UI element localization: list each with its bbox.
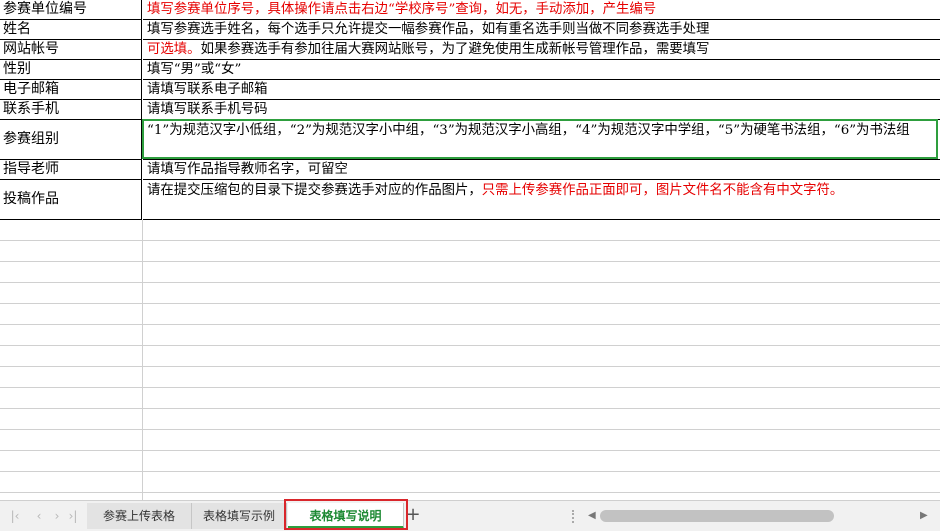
tab-split-handle[interactable] [572,510,578,523]
field-description-cell[interactable]: 请填写联系电子邮箱 [143,80,940,100]
field-description-cell[interactable]: 填写参赛选手姓名，每个选手只允许提交一幅参赛作品，如有重名选手则当做不同参赛选手… [143,20,940,40]
spreadsheet-grid[interactable]: 参赛单位编号 填写参赛单位序号，具体操作请点击右边“学校序号”查询，如无，手动添… [0,0,940,500]
field-name-cell[interactable]: 联系手机 [0,100,142,120]
description-red-text: 填写参赛单位序号，具体操作请点击右边“学校序号”查询，如无，手动添加，产生编号 [147,2,657,17]
description-text: 填写“男”或“女” [147,62,242,77]
description-text: 请填写作品指导教师名字，可留空 [147,162,348,177]
table-row[interactable]: 参赛组别 “1”为规范汉字小低组，“2”为规范汉字小中组，“3”为规范汉字小高组… [0,120,940,160]
tab-upload-form[interactable]: 参赛上传表格 [87,503,192,529]
description-text: 填写参赛选手姓名，每个选手只允许提交一幅参赛作品，如有重名选手则当做不同参赛选手… [147,22,710,37]
field-name-cell[interactable]: 网站帐号 [0,40,142,60]
table-row[interactable]: 姓名 填写参赛选手姓名，每个选手只允许提交一幅参赛作品，如有重名选手则当做不同参… [0,20,940,40]
field-description-cell[interactable]: 请填写联系手机号码 [143,100,940,120]
table-row[interactable]: 电子邮箱 请填写联系电子邮箱 [0,80,940,100]
empty-rows[interactable] [0,220,940,500]
field-name-cell[interactable]: 参赛单位编号 [0,0,142,20]
description-text: 请填写联系手机号码 [147,102,268,117]
field-description-cell[interactable]: 可选填。如果参赛选手有参加往届大赛网站账号，为了避免使用生成新帐号管理作品，需要… [143,40,940,60]
field-name-cell[interactable]: 性别 [0,60,142,80]
column-divider [142,220,143,500]
tab-fill-instructions[interactable]: 表格填写说明 [288,503,404,529]
next-sheet-icon[interactable]: › [50,509,64,523]
field-name-cell[interactable]: 投稿作品 [0,180,142,220]
prev-sheet-icon[interactable]: ‹ [32,509,46,523]
field-name-cell[interactable]: 指导老师 [0,160,142,180]
field-description-cell[interactable]: 填写“男”或“女” [143,60,940,80]
field-name-cell[interactable]: 参赛组别 [0,120,142,160]
table-row[interactable]: 投稿作品 请在提交压缩包的目录下提交参赛选手对应的作品图片，只需上传参赛作品正面… [0,180,940,220]
sheet-tab-bar: |‹ ‹ › ›| 参赛上传表格 表格填写示例 表格填写说明 + ◀ ▶ [0,500,940,531]
field-description-cell[interactable]: 请在提交压缩包的目录下提交参赛选手对应的作品图片，只需上传参赛作品正面即可，图片… [143,180,940,220]
tab-fill-example[interactable]: 表格填写示例 [192,503,287,529]
field-description-cell[interactable]: 填写参赛单位序号，具体操作请点击右边“学校序号”查询，如无，手动添加，产生编号 [143,0,940,20]
field-name-cell[interactable]: 姓名 [0,20,142,40]
scroll-right-icon[interactable]: ▶ [920,509,930,523]
table-row[interactable]: 网站帐号 可选填。如果参赛选手有参加往届大赛网站账号，为了避免使用生成新帐号管理… [0,40,940,60]
field-description-cell[interactable]: 请填写作品指导教师名字，可留空 [143,160,940,180]
description-text: 请填写联系电子邮箱 [147,82,268,97]
instructions-table: 参赛单位编号 填写参赛单位序号，具体操作请点击右边“学校序号”查询，如无，手动添… [0,0,940,220]
description-red-text: 只需上传参赛作品正面即可，图片文件名不能含有中文字符。 [481,183,844,198]
description-text: 如果参赛选手有参加往届大赛网站账号，为了避免使用生成新帐号管理作品，需要填写 [200,42,710,57]
add-sheet-icon[interactable]: + [404,506,422,524]
table-row[interactable]: 参赛单位编号 填写参赛单位序号，具体操作请点击右边“学校序号”查询，如无，手动添… [0,0,940,20]
field-name-cell[interactable]: 电子邮箱 [0,80,142,100]
horizontal-scrollbar[interactable] [600,510,834,522]
description-red-text: 可选填。 [147,42,201,57]
last-sheet-icon[interactable]: ›| [66,509,80,523]
table-row[interactable]: 联系手机 请填写联系手机号码 [0,100,940,120]
field-description-cell[interactable]: “1”为规范汉字小低组，“2”为规范汉字小中组，“3”为规范汉字小高组，“4”为… [143,120,940,160]
description-text: “1”为规范汉字小低组，“2”为规范汉字小中组，“3”为规范汉字小高组，“4”为… [147,123,910,138]
first-sheet-icon[interactable]: |‹ [8,509,22,523]
table-row[interactable]: 性别 填写“男”或“女” [0,60,940,80]
table-row[interactable]: 指导老师 请填写作品指导教师名字，可留空 [0,160,940,180]
scroll-left-icon[interactable]: ◀ [588,509,598,523]
description-text: 请在提交压缩包的目录下提交参赛选手对应的作品图片， [147,183,482,198]
